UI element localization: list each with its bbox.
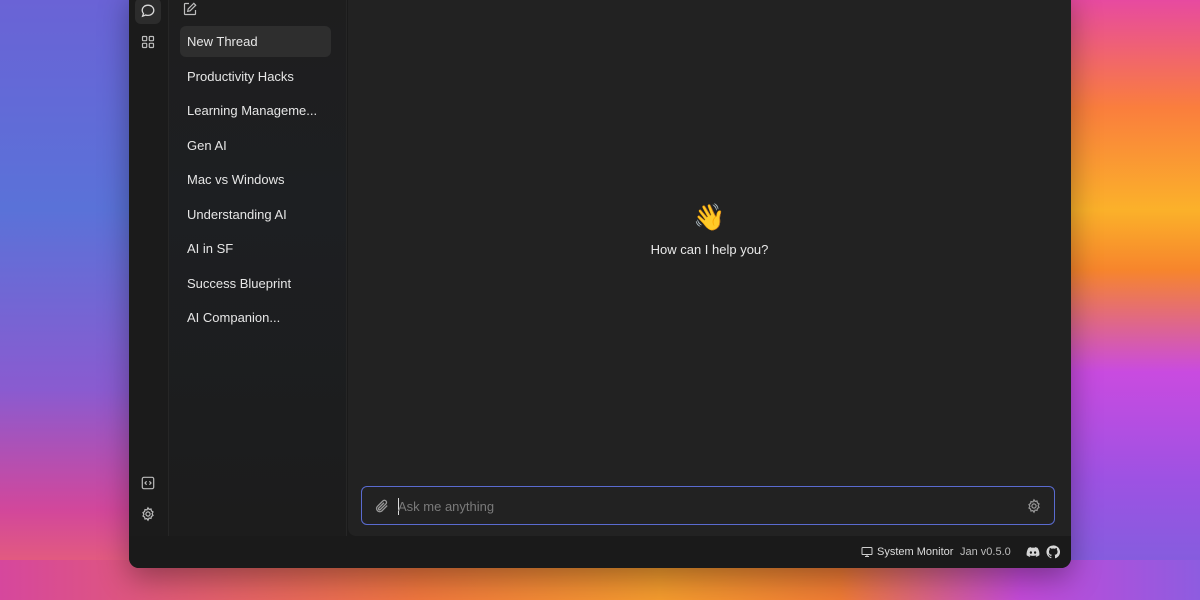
thread-item[interactable]: AI in SF [180, 233, 331, 264]
empty-state: 👋 How can I help you? [348, 202, 1071, 257]
chat-nav-button[interactable] [135, 0, 161, 24]
code-icon [141, 476, 155, 490]
system-monitor-button[interactable]: System Monitor [861, 536, 953, 568]
chat-panel: 👋 How can I help you? [348, 0, 1071, 536]
monitor-icon [861, 547, 873, 557]
grid-icon [141, 35, 155, 49]
thread-item[interactable]: Learning Manageme... [180, 95, 331, 126]
chat-input-box[interactable] [361, 486, 1055, 525]
thread-item[interactable]: Mac vs Windows [180, 164, 331, 195]
hub-nav-button[interactable] [135, 29, 161, 55]
thread-item[interactable]: Understanding AI [180, 199, 331, 230]
paperclip-icon[interactable] [374, 498, 390, 514]
compose-icon[interactable] [182, 1, 198, 17]
gear-icon[interactable] [1026, 498, 1042, 514]
version-label: Jan v0.5.0 [960, 546, 1011, 558]
greeting-text: How can I help you? [650, 242, 769, 257]
system-monitor-label: System Monitor [877, 546, 954, 558]
status-bar: System Monitor Jan v0.5.0 [129, 536, 1071, 568]
wallpaper-left [0, 0, 140, 600]
settings-nav-button[interactable] [135, 501, 161, 527]
chat-input[interactable] [398, 495, 998, 517]
thread-item[interactable]: New Thread [180, 26, 331, 57]
github-icon[interactable] [1046, 545, 1060, 559]
thread-item[interactable]: AI Companion... [180, 302, 331, 333]
local-api-server-button[interactable] [135, 470, 161, 496]
icon-rail [129, 0, 169, 536]
thread-item[interactable]: Success Blueprint [180, 268, 331, 299]
discord-icon[interactable] [1026, 545, 1040, 559]
chat-icon [141, 4, 155, 18]
app-window: New Thread Productivity Hacks Learning M… [129, 0, 1071, 568]
wallpaper-right [1060, 0, 1200, 600]
thread-item[interactable]: Productivity Hacks [180, 61, 331, 92]
thread-list: New Thread Productivity Hacks Learning M… [169, 0, 347, 536]
gear-icon [142, 506, 154, 522]
thread-item[interactable]: Gen AI [180, 130, 331, 161]
waving-hand-icon: 👋 [693, 202, 726, 232]
